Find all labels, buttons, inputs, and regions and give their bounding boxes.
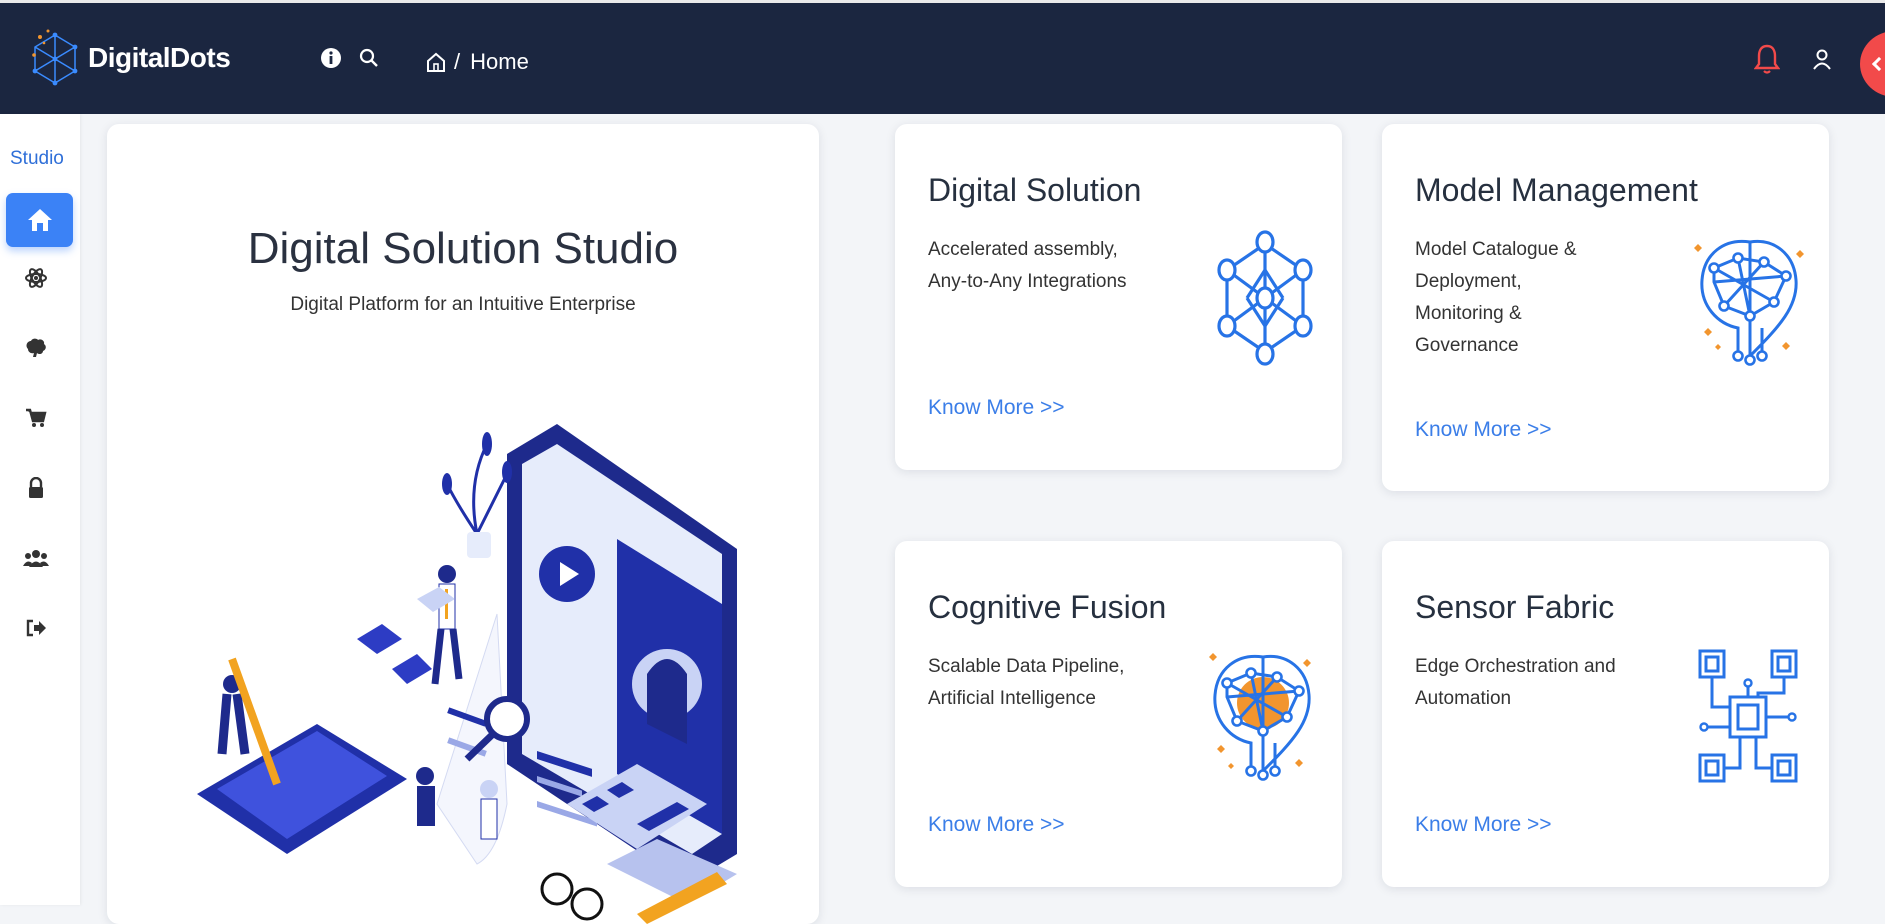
circuit-chip-icon xyxy=(1698,649,1798,783)
know-more-link[interactable]: Know More >> xyxy=(928,813,1065,837)
card-digital-solution[interactable]: Digital Solution Accelerated assembly, A… xyxy=(895,124,1342,470)
sidebar-item-logout[interactable] xyxy=(22,614,50,642)
sidebar-item-security[interactable] xyxy=(22,474,50,502)
bell-icon[interactable] xyxy=(1754,43,1780,75)
network-hexagon-icon xyxy=(1217,230,1313,366)
ai-brain-icon xyxy=(1209,653,1311,781)
hero-card: Digital Solution Studio Digital Platform… xyxy=(107,124,819,924)
hero-subtitle: Digital Platform for an Intuitive Enterp… xyxy=(290,294,636,315)
sidebar-item-brain[interactable] xyxy=(22,334,50,362)
card-cognitive-fusion[interactable]: Cognitive Fusion Scalable Data Pipeline,… xyxy=(895,541,1342,887)
card-title: Cognitive Fusion xyxy=(928,589,1167,625)
breadcrumb: / Home xyxy=(426,49,529,75)
info-icon[interactable] xyxy=(320,47,342,69)
breadcrumb-current[interactable]: Home xyxy=(470,49,529,75)
desc-line: Deployment, xyxy=(1415,271,1522,292)
top-navbar: DigitalDots / Home xyxy=(0,0,1885,114)
sidebar: Studio xyxy=(0,114,80,905)
card-title: Model Management xyxy=(1415,172,1698,208)
sidebar-title: Studio xyxy=(10,148,64,169)
card-description: Accelerated assembly, Any-to-Any Integra… xyxy=(928,234,1188,298)
desc-line: Edge Orchestration and xyxy=(1415,656,1616,677)
lock-icon xyxy=(29,477,43,498)
card-description: Model Catalogue & Deployment, Monitoring… xyxy=(1415,234,1675,362)
card-model-management[interactable]: Model Management Model Catalogue & Deplo… xyxy=(1382,124,1829,491)
card-sensor-fabric[interactable]: Sensor Fabric Edge Orchestration and Aut… xyxy=(1382,541,1829,887)
know-more-link[interactable]: Know More >> xyxy=(1415,418,1552,442)
home-breadcrumb-icon[interactable] xyxy=(426,51,446,73)
desc-line: Monitoring & xyxy=(1415,303,1522,324)
know-more-link[interactable]: Know More >> xyxy=(928,396,1065,420)
desc-line: Artificial Intelligence xyxy=(928,688,1096,709)
brain-network-icon xyxy=(1694,239,1804,366)
users-icon xyxy=(23,550,49,567)
collapse-panel-button[interactable] xyxy=(1860,31,1885,97)
studio-illustration xyxy=(197,424,737,924)
brain-icon xyxy=(26,338,46,357)
breadcrumb-separator: / xyxy=(454,49,461,74)
card-title: Digital Solution xyxy=(928,172,1142,208)
user-icon[interactable] xyxy=(1812,49,1832,71)
desc-line: Automation xyxy=(1415,688,1512,709)
sidebar-item-cart[interactable] xyxy=(22,404,50,432)
digitaldots-logo-icon xyxy=(32,29,78,86)
app-logo[interactable]: DigitalDots xyxy=(28,25,231,91)
search-icon[interactable] xyxy=(358,47,380,69)
hero-title: Digital Solution Studio xyxy=(247,224,679,273)
sidebar-item-users[interactable] xyxy=(22,544,50,572)
desc-line: Accelerated assembly, xyxy=(928,239,1118,260)
atom-icon xyxy=(25,268,47,288)
card-description: Scalable Data Pipeline, Artificial Intel… xyxy=(928,651,1188,715)
desc-line: Model Catalogue & xyxy=(1415,239,1577,260)
desc-line: Any-to-Any Integrations xyxy=(928,271,1127,292)
card-description: Edge Orchestration and Automation xyxy=(1415,651,1675,715)
logout-icon xyxy=(26,619,46,637)
sidebar-item-atom[interactable] xyxy=(22,264,50,292)
home-icon xyxy=(27,209,52,231)
cart-icon xyxy=(26,408,47,427)
card-title: Sensor Fabric xyxy=(1415,589,1615,625)
know-more-link[interactable]: Know More >> xyxy=(1415,813,1552,837)
app-name: DigitalDots xyxy=(88,42,231,73)
desc-line: Governance xyxy=(1415,335,1519,356)
desc-line: Scalable Data Pipeline, xyxy=(928,656,1125,677)
sidebar-item-home[interactable] xyxy=(6,193,73,247)
